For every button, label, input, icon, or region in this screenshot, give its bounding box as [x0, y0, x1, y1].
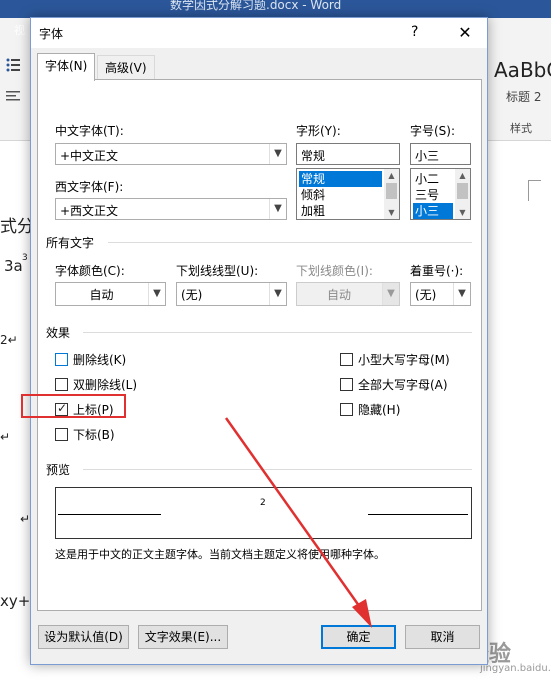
doc-text-fragment: ↵ [0, 430, 11, 444]
cn-font-label: 中文字体(T): [55, 124, 124, 138]
hidden-label[interactable]: 隐藏(H) [358, 401, 400, 418]
size-option[interactable]: 小二 [413, 171, 439, 187]
ok-button[interactable]: 确定 [321, 625, 396, 649]
hidden-checkbox[interactable] [340, 403, 353, 416]
dialog-title: 字体 [39, 27, 64, 41]
style-gallery-preview[interactable]: AaBbC [494, 58, 551, 82]
all-caps-checkbox[interactable] [340, 378, 353, 391]
style-scrollbar[interactable]: ▲ ▼ [384, 169, 399, 219]
chevron-down-icon[interactable]: ▼ [148, 283, 165, 305]
word-window-title: 数学因式分解习题.docx - Word [170, 0, 342, 12]
subscript-checkbox[interactable] [55, 428, 68, 441]
underline-style-value: (无) [181, 288, 203, 302]
emphasis-label: 着重号(·): [410, 264, 464, 278]
style-input[interactable]: 常规 [296, 143, 400, 165]
tab-advanced[interactable]: 高级(V) [97, 55, 155, 80]
cn-font-value: +中文正文 [60, 149, 119, 163]
subscript-label[interactable]: 下标(B) [73, 426, 115, 443]
all-caps-label[interactable]: 全部大写字母(A) [358, 376, 448, 393]
divider [108, 242, 472, 243]
page-corner-mark [528, 180, 541, 201]
style-value: 常规 [301, 149, 326, 163]
effects-heading: 效果 [46, 326, 71, 340]
double-strikethrough-label[interactable]: 双删除线(L) [73, 376, 137, 393]
preview-sample: 2 [260, 498, 266, 508]
style-label: 字形(Y): [296, 124, 341, 138]
chevron-down-icon[interactable]: ▼ [269, 144, 286, 164]
divider [83, 469, 472, 470]
western-font-value: +西文正文 [60, 204, 119, 218]
chevron-down-icon: ▼ [382, 283, 399, 305]
font-dialog: 字体 ? ✕ 字体(N) 高级(V) 中文字体(T): +中文正文 ▼ 西文字体… [21, 17, 488, 665]
double-strikethrough-checkbox[interactable] [55, 378, 68, 391]
cancel-button[interactable]: 取消 [405, 625, 480, 649]
size-listbox[interactable]: 小二 三号 小三 ▲ ▼ [410, 168, 471, 220]
chevron-down-icon[interactable]: ▼ [269, 199, 286, 219]
style-option[interactable]: 加粗 [299, 203, 325, 219]
style-gallery-name: 标题 2 [506, 90, 542, 104]
all-text-heading: 所有文字 [46, 236, 95, 250]
size-label: 字号(S): [410, 124, 456, 138]
font-tab-panel: 中文字体(T): +中文正文 ▼ 西文字体(F): +西文正文 ▼ 字形(Y):… [21, 79, 482, 611]
styles-group-label: 样式 [510, 122, 532, 135]
dialog-titlebar [31, 18, 487, 48]
scroll-thumb[interactable] [457, 183, 468, 199]
font-color-label: 字体颜色(C): [55, 264, 125, 278]
style-option[interactable]: 常规 [299, 171, 382, 187]
superscript-checkbox[interactable]: ✓ [55, 401, 68, 416]
scroll-down-icon[interactable]: ▼ [384, 206, 399, 219]
doc-text-fragment: ↵ [20, 512, 31, 526]
small-caps-label[interactable]: 小型大写字母(M) [358, 351, 450, 368]
divider [83, 332, 472, 333]
preview-note: 这是用于中文的正文主题字体。当前文档主题定义将使用哪种字体。 [55, 548, 385, 561]
doc-text-fragment: 2↵ [0, 333, 18, 347]
small-caps-checkbox[interactable] [340, 353, 353, 366]
superscript-label[interactable]: 上标(P) [73, 401, 114, 418]
tab-font[interactable]: 字体(N) [37, 53, 96, 81]
size-input[interactable]: 小三 [410, 143, 471, 165]
set-default-button[interactable]: 设为默认值(D) [38, 625, 129, 649]
size-option[interactable]: 三号 [413, 187, 439, 203]
scroll-up-icon[interactable]: ▲ [384, 169, 399, 182]
size-value: 小三 [415, 149, 440, 163]
checkmark-icon: ✓ [57, 401, 68, 415]
emphasis-combo[interactable]: (无) ▼ [410, 282, 471, 306]
scroll-thumb[interactable] [386, 183, 397, 199]
western-font-label: 西文字体(F): [55, 180, 124, 194]
chevron-down-icon[interactable]: ▼ [453, 283, 470, 305]
doc-text-fragment: 3 [22, 253, 28, 263]
style-listbox[interactable]: 常规 倾斜 加粗 ▲ ▼ [296, 168, 400, 220]
doc-text-fragment: 式分 [0, 217, 34, 237]
underline-color-value: 自动 [326, 288, 351, 302]
doc-text-fragment: 3a [4, 257, 23, 275]
western-font-combo[interactable]: +西文正文 ▼ [55, 198, 287, 220]
underline-style-combo[interactable]: (无) ▼ [176, 282, 287, 306]
underline-style-label: 下划线线型(U): [176, 264, 259, 278]
chevron-down-icon[interactable]: ▼ [269, 283, 286, 305]
word-ribbon-tab-fragment[interactable]: 视 [14, 22, 25, 38]
style-option[interactable]: 倾斜 [299, 187, 325, 203]
scroll-up-icon[interactable]: ▲ [455, 169, 470, 182]
cn-font-combo[interactable]: +中文正文 ▼ [55, 143, 287, 165]
watermark-url: jingyan.baidu.com [480, 663, 551, 674]
text-effects-button[interactable]: 文字效果(E)... [138, 625, 228, 649]
underline-color-label: 下划线颜色(I): [296, 264, 373, 278]
align-left-icon[interactable] [6, 90, 20, 102]
size-scrollbar[interactable]: ▲ ▼ [455, 169, 470, 219]
help-button[interactable]: ? [411, 24, 418, 40]
scroll-down-icon[interactable]: ▼ [455, 206, 470, 219]
font-color-value: 自动 [89, 288, 114, 302]
preview-rule [368, 514, 468, 515]
bullet-list-icon[interactable] [6, 58, 20, 72]
size-option[interactable]: 小三 [413, 203, 453, 219]
preview-box: 2 [55, 487, 472, 539]
font-color-combo[interactable]: 自动 ▼ [55, 282, 166, 306]
strikethrough-checkbox[interactable] [55, 353, 68, 366]
underline-color-combo: 自动 ▼ [296, 282, 400, 306]
strikethrough-label[interactable]: 删除线(K) [73, 351, 126, 368]
preview-rule [58, 514, 161, 515]
preview-heading: 预览 [46, 463, 71, 477]
close-icon[interactable]: ✕ [447, 20, 483, 46]
emphasis-value: (无) [415, 288, 437, 302]
